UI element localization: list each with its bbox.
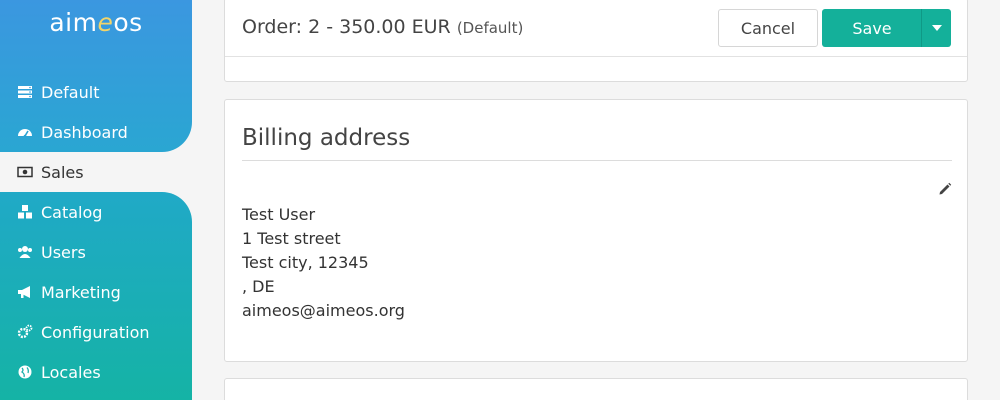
sidebar-item-catalog[interactable]: Catalog [0,192,192,232]
address-name: Test User [242,205,316,224]
sidebar-item-label: Marketing [41,282,121,302]
globe-icon [16,364,34,380]
sidebar-item-default[interactable]: Default [0,72,192,112]
bullhorn-icon [16,284,34,300]
cubes-icon [16,204,34,220]
address-block: Test User 1 Test street Test city, 12345… [242,203,405,323]
divider [242,160,952,161]
sidebar-item-configuration[interactable]: Configuration [0,312,192,352]
cogs-icon [16,324,34,340]
pencil-icon[interactable] [938,182,952,196]
logo-text-suffix: os [113,8,143,37]
address-country: , DE [242,277,275,296]
users-icon [16,244,34,260]
section-title: Billing address [242,125,411,151]
sidebar-item-label: Locales [41,362,101,382]
site-label: (Default) [456,19,524,37]
next-section-card [224,378,968,400]
sidebar-item-marketing[interactable]: Marketing [0,272,192,312]
sidebar-item-locales[interactable]: Locales [0,352,192,392]
logo-text-accent: e [97,8,114,37]
money-icon [16,164,34,180]
billing-address-card: Billing address Test User 1 Test street … [224,99,968,362]
dashboard-icon [16,124,34,140]
sidebar-item-users[interactable]: Users [0,232,192,272]
sidebar-item-dashboard[interactable]: Dashboard [0,112,192,152]
save-button[interactable]: Save [822,9,922,47]
address-street: 1 Test street [242,229,341,248]
sidebar-item-label: Users [41,242,86,262]
sidebar-item-sales[interactable]: Sales [0,152,192,192]
caret-down-icon [931,25,942,31]
address-city: Test city, 12345 [242,253,369,272]
sidebar-item-label: Default [41,82,100,102]
sidebar-item-label: Sales [41,162,84,182]
sidebar-item-label: Catalog [41,202,103,222]
save-options-button[interactable] [921,9,951,47]
order-title: Order: 2 - 350.00 EUR [242,16,451,38]
server-icon [16,84,34,100]
page-title: Order: 2 - 350.00 EUR (Default) [242,16,523,38]
sidebar-item-label: Dashboard [41,122,128,142]
address-email: aimeos@aimeos.org [242,301,405,320]
logo[interactable]: aimeos [0,8,192,37]
sidebar: aimeos Default Dashboard Sales Catalog U… [0,0,192,400]
cancel-button[interactable]: Cancel [718,9,818,47]
divider [225,56,967,57]
sidebar-item-label: Configuration [41,322,150,342]
logo-text-prefix: aim [49,8,98,37]
